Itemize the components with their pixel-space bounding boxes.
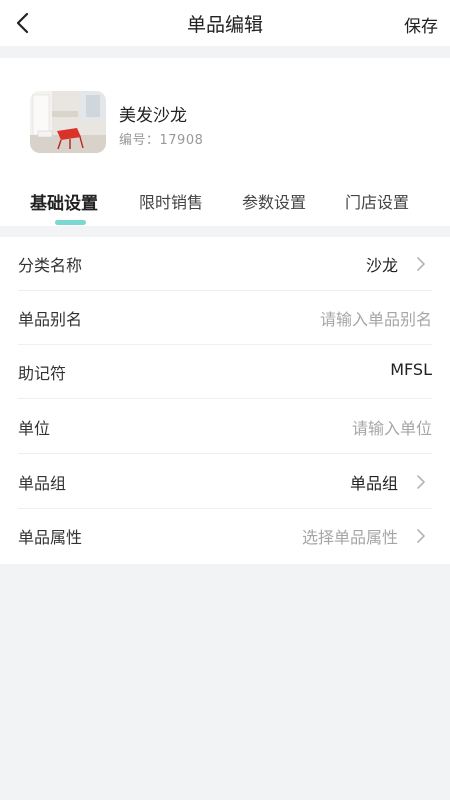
alias-label: 单品别名 — [18, 310, 83, 329]
product-image — [30, 91, 106, 153]
mnemonic-input[interactable]: MFSL — [390, 360, 432, 379]
mnemonic-label: 助记符 — [18, 364, 67, 383]
mnemonic-row: 助记符 MFSL — [18, 345, 432, 399]
product-name: 美发沙龙 — [119, 106, 187, 126]
group-value: 单品组 — [349, 474, 398, 493]
group-row[interactable]: 单品组 单品组 — [18, 455, 432, 509]
unit-input[interactable]: 请输入单位 — [352, 415, 432, 439]
category-row[interactable]: 分类名称 沙龙 — [18, 237, 432, 291]
group-label: 单品组 — [18, 474, 67, 493]
product-header: 美发沙龙 编号：17908 基础设置 限时销售 参数设置 门店设置 — [0, 58, 450, 226]
category-label: 分类名称 — [18, 256, 83, 275]
tab-bar: 基础设置 限时销售 参数设置 门店设置 — [0, 176, 450, 226]
category-value: 沙龙 — [365, 256, 398, 275]
tab-time-limited-sale[interactable]: 限时销售 — [139, 189, 203, 213]
tab-basic-settings[interactable]: 基础设置 — [30, 189, 98, 214]
attributes-label: 单品属性 — [18, 528, 83, 547]
unit-label: 单位 — [18, 419, 51, 438]
nav-bar: 单品编辑 保存 — [0, 0, 450, 46]
product-thumbnail[interactable] — [30, 91, 106, 153]
attributes-select: 选择单品属性 — [301, 528, 398, 547]
active-tab-indicator — [55, 220, 86, 225]
tab-store-settings[interactable]: 门店设置 — [345, 189, 409, 213]
back-button[interactable] — [6, 6, 40, 40]
product-code: 编号：17908 — [119, 133, 204, 148]
back-arrow-icon — [16, 12, 29, 34]
chevron-right-icon — [417, 529, 425, 543]
basic-settings-form: 分类名称 沙龙 单品别名 请输入单品别名 助记符 MFSL 单位 请输入单位 单… — [0, 237, 450, 564]
page-title: 单品编辑 — [186, 13, 263, 36]
attributes-row[interactable]: 单品属性 选择单品属性 — [18, 509, 432, 563]
alias-row: 单品别名 请输入单品别名 — [18, 291, 432, 345]
alias-input[interactable]: 请输入单品别名 — [320, 306, 432, 330]
tab-parameter-settings[interactable]: 参数设置 — [242, 189, 306, 213]
chevron-right-icon — [417, 475, 425, 489]
unit-row: 单位 请输入单位 — [18, 400, 432, 454]
chevron-right-icon — [417, 257, 425, 271]
save-button[interactable]: 保存 — [404, 12, 438, 37]
